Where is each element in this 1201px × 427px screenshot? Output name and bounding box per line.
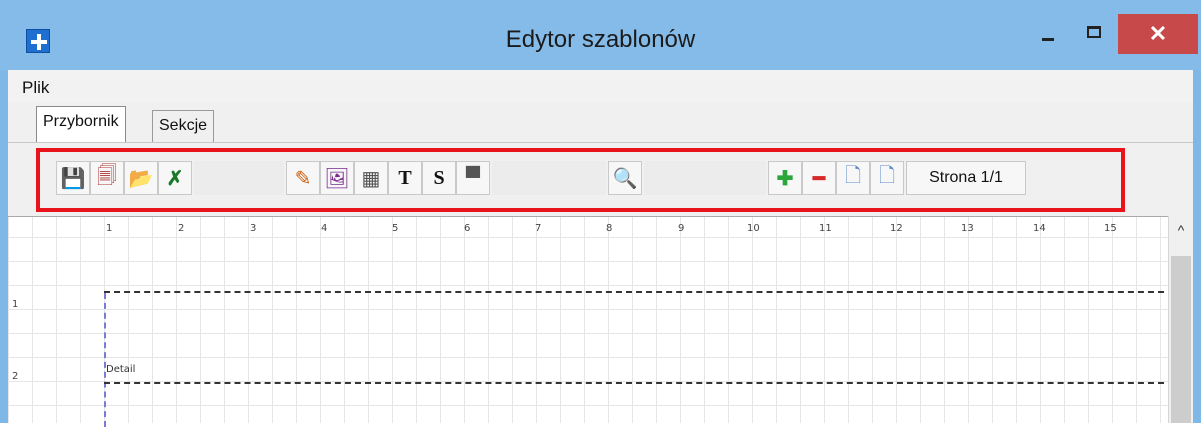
ruler-tick: 7 (535, 223, 542, 234)
toolbar-spacer (644, 161, 766, 195)
menu-plik[interactable]: Plik (22, 78, 49, 98)
image-button[interactable]: 🖼 (320, 161, 354, 195)
ruler-tick: 2 (178, 223, 185, 234)
toolbar: 💾 🗐 📂 ✗ ✎ 🖼 ▦ T S ▀ 🔍 ✚ ━ 🗋 🗋 Strona 1/1 (8, 142, 1193, 216)
detail-section-label: Detail (106, 364, 136, 375)
pen-icon: ✎ (294, 167, 312, 190)
minimize-button[interactable] (1026, 14, 1070, 54)
tab-przybornik[interactable]: Przybornik (36, 106, 126, 142)
s-icon: S (433, 166, 445, 189)
open-folder-icon: 📂 (128, 167, 154, 190)
clear-button[interactable]: ✗ (158, 161, 192, 195)
text-block-button[interactable]: ▀ (456, 161, 490, 195)
close-button[interactable]: ✕ (1118, 14, 1198, 54)
save-as-icon: 🗐 (97, 165, 117, 187)
title-bar[interactable]: Edytor szablonów ✕ (0, 0, 1201, 70)
ruler-tick: 8 (606, 223, 613, 234)
menu-bar: Plik (8, 70, 1193, 102)
section-boundary-detail[interactable] (104, 382, 1164, 384)
page-next-icon: 🗋 (878, 165, 896, 187)
toolbar-spacer (194, 161, 284, 195)
page-prev-icon: 🗋 (844, 165, 862, 187)
ruler-tick: 3 (250, 223, 257, 234)
clear-icon: ✗ (166, 167, 184, 190)
design-canvas[interactable]: 1 2 3 4 5 6 7 8 9 10 11 12 13 14 15 1 2 … (8, 216, 1168, 427)
add-icon: ✚ (776, 167, 794, 190)
ruler-tick: 5 (392, 223, 399, 234)
remove-icon: ━ (812, 167, 826, 190)
save-button[interactable]: 💾 (56, 161, 90, 195)
maximize-icon (1087, 26, 1101, 38)
ruler-tick: 10 (747, 223, 760, 234)
save-icon: 💾 (60, 167, 86, 190)
zoom-button[interactable]: 🔍 (608, 161, 642, 195)
ruler-left-tick: 2 (12, 371, 19, 382)
vertical-scrollbar[interactable]: ^ (1168, 216, 1193, 423)
ruler-tick: 12 (890, 223, 903, 234)
draw-button[interactable]: ✎ (286, 161, 320, 195)
ruler-tick: 6 (464, 223, 471, 234)
ruler-tick: 4 (321, 223, 328, 234)
close-icon: ✕ (1148, 21, 1168, 46)
page-indicator: Strona 1/1 (906, 161, 1026, 195)
ruler-tick: 15 (1104, 223, 1117, 234)
open-button[interactable]: 📂 (124, 161, 158, 195)
tab-strip: Przybornik Sekcje (8, 102, 1193, 142)
toolbar-spacer (492, 161, 606, 195)
section-boundary-top (104, 291, 1164, 293)
text-block-icon: ▀ (465, 166, 481, 189)
next-page-button[interactable]: 🗋 (870, 161, 904, 195)
scroll-thumb[interactable] (1171, 256, 1191, 423)
minimize-icon (1042, 38, 1054, 41)
add-page-button[interactable]: ✚ (768, 161, 802, 195)
chevron-up-icon: ^ (1177, 222, 1185, 238)
scroll-up-button[interactable]: ^ (1169, 216, 1193, 244)
prev-page-button[interactable]: 🗋 (836, 161, 870, 195)
ruler-tick: 14 (1033, 223, 1046, 234)
section-left-margin (104, 293, 106, 427)
remove-page-button[interactable]: ━ (802, 161, 836, 195)
window-title: Edytor szablonów (505, 26, 696, 53)
ruler-tick: 13 (961, 223, 974, 234)
barcode-button[interactable]: ▦ (354, 161, 388, 195)
image-icon: 🖼 (324, 167, 350, 190)
text-icon: T (398, 166, 412, 189)
client-area: Plik Przybornik Sekcje 💾 🗐 📂 ✗ ✎ 🖼 ▦ T S… (8, 70, 1193, 427)
save-as-button[interactable]: 🗐 (90, 161, 124, 195)
maximize-button[interactable] (1072, 14, 1116, 54)
barcode-icon: ▦ (361, 167, 381, 190)
ruler-tick: 1 (106, 223, 113, 234)
s-button[interactable]: S (422, 161, 456, 195)
zoom-icon: 🔍 (612, 167, 638, 190)
text-button[interactable]: T (388, 161, 422, 195)
tab-sekcje[interactable]: Sekcje (152, 110, 215, 142)
ruler-left-tick: 1 (12, 299, 19, 310)
ruler-tick: 9 (678, 223, 685, 234)
ruler-tick: 11 (819, 223, 832, 234)
